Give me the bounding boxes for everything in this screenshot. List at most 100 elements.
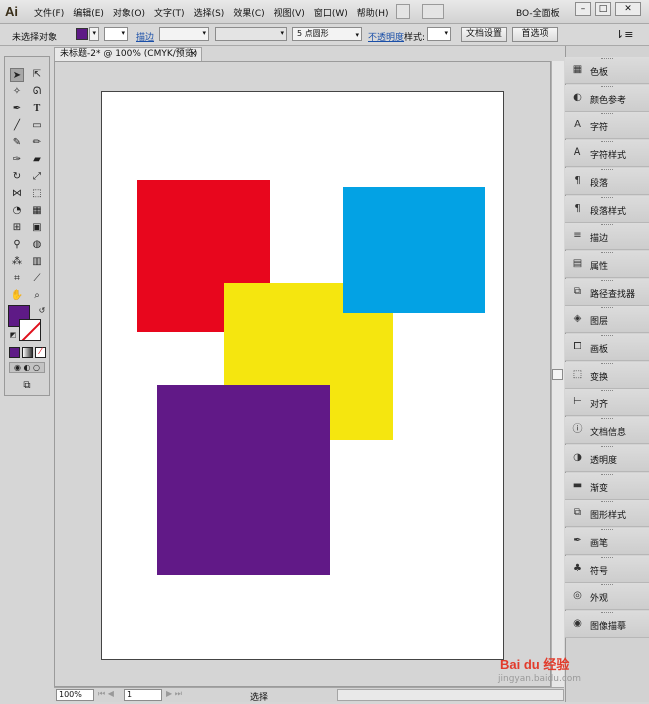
slice-tool-icon[interactable]: ⟋ — [30, 272, 44, 286]
menu-file[interactable]: 文件(F) — [34, 6, 64, 19]
panel-transparency[interactable]: ◑ 透明度 — [565, 445, 649, 472]
width-tool-icon[interactable]: ⋈ — [10, 187, 24, 201]
shape-builder-tool-icon[interactable]: ◔ — [10, 204, 24, 218]
zoom-field[interactable]: 100% — [56, 689, 94, 701]
panel-image-trace[interactable]: ◉ 图像描摹 — [565, 611, 649, 638]
fill-dropdown[interactable]: ▾ — [89, 27, 99, 41]
menu-type[interactable]: 文字(T) — [154, 6, 185, 19]
zoom-tool-icon[interactable]: ⌕ — [30, 289, 44, 303]
maximize-button[interactable]: □ — [595, 2, 611, 16]
free-transform-tool-icon[interactable]: ⬚ — [30, 187, 44, 201]
panel-grip[interactable] — [601, 307, 613, 309]
panel-paragraph-styles[interactable]: ¶ 段落样式 — [565, 196, 649, 223]
perspective-grid-tool-icon[interactable]: ▦ — [30, 204, 44, 218]
panel-transform[interactable]: ⬚ 变换 — [565, 362, 649, 389]
stroke-swatch[interactable]: ▾ — [104, 27, 128, 41]
column-graph-tool-icon[interactable]: ▥ — [30, 255, 44, 269]
menu-effect[interactable]: 效果(C) — [233, 6, 264, 19]
panel-stroke[interactable]: ≡ 描边 — [565, 223, 649, 250]
brush-definition[interactable]: 5 点圆形 ▾ — [292, 27, 362, 41]
rotate-tool-icon[interactable]: ↻ — [10, 170, 24, 184]
pen-tool-icon[interactable]: ✒ — [10, 102, 24, 116]
page-field[interactable]: 1 — [124, 689, 162, 701]
swap-colors-icon[interactable]: ↺ — [35, 304, 49, 318]
color-mode-icon[interactable] — [9, 347, 20, 358]
scale-tool-icon[interactable]: ⤢ — [30, 170, 44, 184]
panel-grip[interactable] — [601, 612, 613, 614]
minimize-button[interactable]: – — [575, 2, 591, 16]
eyedropper-tool-icon[interactable]: ⚲ — [10, 238, 24, 252]
variable-width-profile[interactable]: ▾ — [215, 27, 287, 41]
type-tool-icon[interactable]: T — [30, 102, 44, 116]
panel-grip[interactable] — [601, 252, 613, 254]
menu-view[interactable]: 视图(V) — [274, 6, 305, 19]
paintbrush-tool-icon[interactable]: ✎ — [10, 136, 24, 150]
page-nav-icon[interactable]: ⏮ ◀ — [98, 689, 114, 699]
panel-grip[interactable] — [601, 86, 613, 88]
menu-help[interactable]: 帮助(H) — [357, 6, 389, 19]
symbol-sprayer-tool-icon[interactable]: ⁂ — [10, 255, 24, 269]
panel-grip[interactable] — [601, 169, 613, 171]
direct-selection-tool-icon[interactable]: ⇱ — [30, 68, 44, 82]
stroke-color-box[interactable] — [19, 319, 41, 341]
panel-grip[interactable] — [601, 501, 613, 503]
vertical-scroll-thumb[interactable] — [552, 369, 563, 380]
panel-grip[interactable] — [601, 557, 613, 559]
panel-grip[interactable] — [601, 335, 613, 337]
panel-grip[interactable] — [601, 58, 613, 60]
arrange-documents-button[interactable] — [422, 4, 444, 19]
panel-grip[interactable] — [601, 280, 613, 282]
panel-character[interactable]: A 字符 — [565, 112, 649, 139]
horizontal-scrollbar[interactable] — [337, 689, 564, 701]
menu-select[interactable]: 选择(S) — [194, 6, 225, 19]
close-tab-icon[interactable]: × — [189, 48, 197, 61]
workspace-switcher[interactable]: BO-全面板 — [516, 6, 560, 19]
panel-graphic-styles[interactable]: ⧉ 图形样式 — [565, 500, 649, 527]
panel-pathfinder[interactable]: ⧉ 路径查找器 — [565, 279, 649, 306]
panel-grip[interactable] — [601, 418, 613, 420]
hand-tool-icon[interactable]: ✋ — [10, 289, 24, 303]
page-nav-next-icon[interactable]: ▶ ⏭ — [166, 689, 182, 699]
line-tool-icon[interactable]: ╱ — [10, 119, 24, 133]
menu-object[interactable]: 对象(O) — [113, 6, 145, 19]
eraser-tool-icon[interactable]: ▰ — [30, 153, 44, 167]
panel-swatches[interactable]: ▦ 色板 — [565, 57, 649, 84]
bridge-button[interactable] — [396, 4, 410, 19]
stroke-weight-field[interactable]: ▾ — [159, 27, 209, 41]
selection-tool-icon[interactable]: ➤ — [10, 68, 24, 82]
panel-attributes[interactable]: ▤ 属性 — [565, 251, 649, 278]
panel-symbols[interactable]: ♣ 符号 — [565, 556, 649, 583]
arrange-icon[interactable]: ⇂≡ — [615, 28, 633, 41]
document-setup-button[interactable]: 文档设置 — [461, 27, 507, 42]
none-mode-icon[interactable]: ⁄ — [35, 347, 46, 358]
panel-grip[interactable] — [601, 197, 613, 199]
close-button[interactable]: ✕ — [615, 2, 641, 16]
draw-mode-icon[interactable]: ◉ ◐ ○ — [9, 362, 45, 373]
panel-artboards[interactable]: ⧠ 画板 — [565, 334, 649, 361]
panel-grip[interactable] — [601, 141, 613, 143]
pencil-tool-icon[interactable]: ✏ — [30, 136, 44, 150]
menu-edit[interactable]: 编辑(E) — [73, 6, 104, 19]
fill-swatch[interactable] — [76, 28, 88, 40]
panel-brushes[interactable]: ✒ 画笔 — [565, 528, 649, 555]
lasso-tool-icon[interactable]: ᘏ — [30, 85, 44, 99]
panel-grip[interactable] — [601, 113, 613, 115]
panel-appearance[interactable]: ◎ 外观 — [565, 583, 649, 610]
menu-window[interactable]: 窗口(W) — [314, 6, 348, 19]
panel-grip[interactable] — [601, 224, 613, 226]
panel-document-info[interactable]: ⓘ 文档信息 — [565, 417, 649, 444]
purple-square[interactable] — [157, 385, 330, 575]
blue-square[interactable] — [343, 187, 485, 313]
panel-grip[interactable] — [601, 390, 613, 392]
panel-character-styles[interactable]: Ꭺ 字符样式 — [565, 140, 649, 167]
blob-brush-tool-icon[interactable]: ✑ — [10, 153, 24, 167]
panel-grip[interactable] — [601, 584, 613, 586]
artboard-tool-icon[interactable]: ⌗ — [10, 272, 24, 286]
panel-gradient[interactable]: ▬ 渐变 — [565, 473, 649, 500]
default-colors-icon[interactable]: ◩ — [6, 328, 20, 342]
blend-tool-icon[interactable]: ◍ — [30, 238, 44, 252]
panel-grip[interactable] — [601, 446, 613, 448]
gradient-tool-icon[interactable]: ▣ — [30, 221, 44, 235]
panel-align[interactable]: ⊢ 对齐 — [565, 389, 649, 416]
document-tab[interactable]: 未标题-2* @ 100% (CMYK/预览) × — [54, 47, 202, 61]
